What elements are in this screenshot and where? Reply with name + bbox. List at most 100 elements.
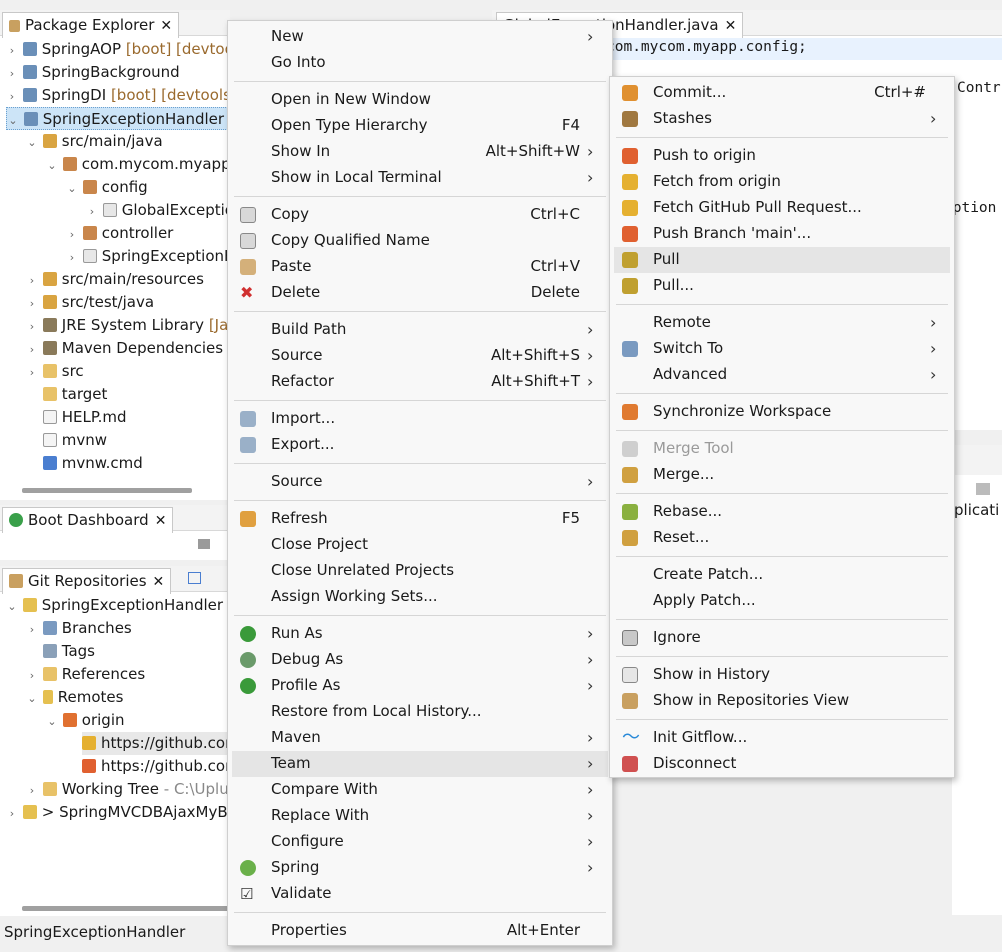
expanded-arrow-icon[interactable]: ⌄ [26,132,38,154]
collapsed-arrow-icon[interactable]: › [6,63,18,85]
tree-item-repo-2[interactable]: › > SpringMVCDBAjaxMyBa [6,801,237,824]
toolbar-icon[interactable] [976,483,990,495]
code-line[interactable]: com.mycom.myapp.config; [606,39,807,55]
menu-item-build-path[interactable]: Build Path › [232,317,608,343]
team-item-merge-tool[interactable]: Merge Tool [614,436,950,462]
close-icon[interactable]: ✕ [153,574,165,590]
collapsed-arrow-icon[interactable]: › [26,293,38,315]
tree-item-globalexception[interactable]: › GlobalExceptio [86,199,234,222]
menu-item-validate[interactable]: ☑ Validate [232,881,608,907]
team-item-fetch-from-origin[interactable]: Fetch from origin [614,169,950,195]
team-item-stashes[interactable]: Stashes › [614,106,950,132]
team-item-rebase[interactable]: Rebase... [614,499,950,525]
tree-item-springexceptionhandler[interactable]: ⌄ SpringExceptionHandler [b [6,107,244,132]
menu-item-copy[interactable]: Copy Ctrl+C [232,202,608,228]
tree-item-branches[interactable]: › Branches [26,617,132,640]
menu-item-export[interactable]: Export... [232,432,608,458]
menu-item-assign-working-sets[interactable]: Assign Working Sets... [232,584,608,610]
menu-item-profile-as[interactable]: Profile As › [232,673,608,699]
menu-item-new[interactable]: New › [232,24,608,50]
tree-item-maven-dependencies[interactable]: › Maven Dependencies [26,337,223,360]
team-item-ignore[interactable]: Ignore [614,625,950,651]
tree-item-working-tree[interactable]: › Working Tree - C:\Uplu [26,778,229,801]
menu-item-refresh[interactable]: Refresh F5 [232,506,608,532]
tree-item-help-md[interactable]: HELP.md [26,406,127,429]
menu-item-copy-qualified-name[interactable]: Copy Qualified Name [232,228,608,254]
tree-item-mvnw[interactable]: mvnw [26,429,107,452]
horizontal-scrollbar[interactable] [22,906,232,911]
collapsed-arrow-icon[interactable]: › [6,803,18,825]
menu-item-configure[interactable]: Configure › [232,829,608,855]
team-item-pull[interactable]: Pull [614,247,950,273]
tree-item-src[interactable]: › src [26,360,84,383]
menu-item-show-local-terminal[interactable]: Show in Local Terminal › [232,165,608,191]
menu-item-open-type-hierarchy[interactable]: Open Type Hierarchy F4 [232,113,608,139]
team-item-synchronize[interactable]: Synchronize Workspace [614,399,950,425]
tree-item-origin[interactable]: ⌄ origin [46,709,124,732]
menu-item-team[interactable]: Team › [232,751,608,777]
tree-item-target[interactable]: target [26,383,107,406]
menu-item-source[interactable]: Source Alt+Shift+S › [232,343,608,369]
collapsed-arrow-icon[interactable]: › [6,86,18,108]
team-item-show-in-repositories[interactable]: Show in Repositories View [614,688,950,714]
collapsed-arrow-icon[interactable]: › [6,40,18,62]
tree-item-push-url[interactable]: https://github.con [82,755,235,778]
menu-item-spring[interactable]: Spring › [232,855,608,881]
tree-item-fetch-url[interactable]: https://github.con [82,732,235,755]
team-item-apply-patch[interactable]: Apply Patch... [614,588,950,614]
team-item-create-patch[interactable]: Create Patch... [614,562,950,588]
menu-item-compare-with[interactable]: Compare With › [232,777,608,803]
collapsed-arrow-icon[interactable]: › [26,339,38,361]
tree-item-src-main-resources[interactable]: › src/main/resources [26,268,204,291]
tree-item-springaop[interactable]: › SpringAOP [boot] [devtoo [6,38,234,61]
team-item-advanced[interactable]: Advanced › [614,362,950,388]
collapsed-arrow-icon[interactable]: › [26,316,38,338]
menu-item-close-unrelated[interactable]: Close Unrelated Projects [232,558,608,584]
menu-item-paste[interactable]: Paste Ctrl+V [232,254,608,280]
team-item-show-in-history[interactable]: Show in History [614,662,950,688]
tree-item-tags[interactable]: Tags [26,640,95,663]
expanded-arrow-icon[interactable]: ⌄ [46,155,58,177]
collapsed-arrow-icon[interactable]: › [66,224,78,246]
tree-item-springdi[interactable]: › SpringDI [boot] [devtools] [6,84,237,107]
close-icon[interactable]: ✕ [160,18,172,34]
code-fragment[interactable]: Contr [957,80,1001,96]
collapsed-arrow-icon[interactable]: › [26,619,38,641]
menu-item-properties[interactable]: Properties Alt+Enter [232,918,608,944]
team-item-disconnect[interactable]: Disconnect [614,751,950,777]
tree-item-repo[interactable]: ⌄ SpringExceptionHandler [m [6,594,248,617]
team-item-merge[interactable]: Merge... [614,462,950,488]
tree-item-springexceptionh[interactable]: › SpringExceptionH [66,245,236,269]
tab-boot-dashboard[interactable]: Boot Dashboard ✕ [2,507,174,533]
tree-item-references[interactable]: › References [26,663,145,686]
team-item-fetch-github-pr[interactable]: Fetch GitHub Pull Request... [614,195,950,221]
expanded-arrow-icon[interactable]: ⌄ [26,688,38,710]
collapsed-arrow-icon[interactable]: › [26,780,38,802]
tree-item-src-main-java[interactable]: ⌄ src/main/java [26,130,162,154]
expanded-arrow-icon[interactable]: ⌄ [6,596,18,618]
team-item-remote[interactable]: Remote › [614,310,950,336]
close-icon[interactable]: ✕ [725,18,737,34]
tree-item-mvnw-cmd[interactable]: mvnw.cmd [26,452,143,475]
team-item-commit[interactable]: Commit... Ctrl+# [614,80,950,106]
menu-item-replace-with[interactable]: Replace With › [232,803,608,829]
menu-item-import[interactable]: Import... [232,406,608,432]
menu-item-open-new-window[interactable]: Open in New Window [232,87,608,113]
collapsed-arrow-icon[interactable]: › [66,247,78,269]
team-item-push-branch[interactable]: Push Branch 'main'... [614,221,950,247]
menu-item-show-in[interactable]: Show In Alt+Shift+W › [232,139,608,165]
menu-item-debug-as[interactable]: Debug As › [232,647,608,673]
tab-git-repositories[interactable]: Git Repositories ✕ [2,568,172,594]
team-item-switch-to[interactable]: Switch To › [614,336,950,362]
tree-item-package[interactable]: ⌄ com.mycom.myapp [46,153,230,177]
menu-item-refactor[interactable]: Refactor Alt+Shift+T › [232,369,608,395]
collapsed-arrow-icon[interactable]: › [86,201,98,223]
menu-item-source-2[interactable]: Source › [232,469,608,495]
tree-item-springbackground[interactable]: › SpringBackground [6,61,180,84]
menu-item-restore-local-history[interactable]: Restore from Local History... [232,699,608,725]
tab-package-explorer[interactable]: Package Explorer ✕ [2,12,180,38]
menu-item-run-as[interactable]: Run As › [232,621,608,647]
expanded-arrow-icon[interactable]: ⌄ [66,178,78,200]
tree-item-controller[interactable]: › controller [66,222,174,246]
expanded-arrow-icon[interactable]: ⌄ [7,110,19,132]
